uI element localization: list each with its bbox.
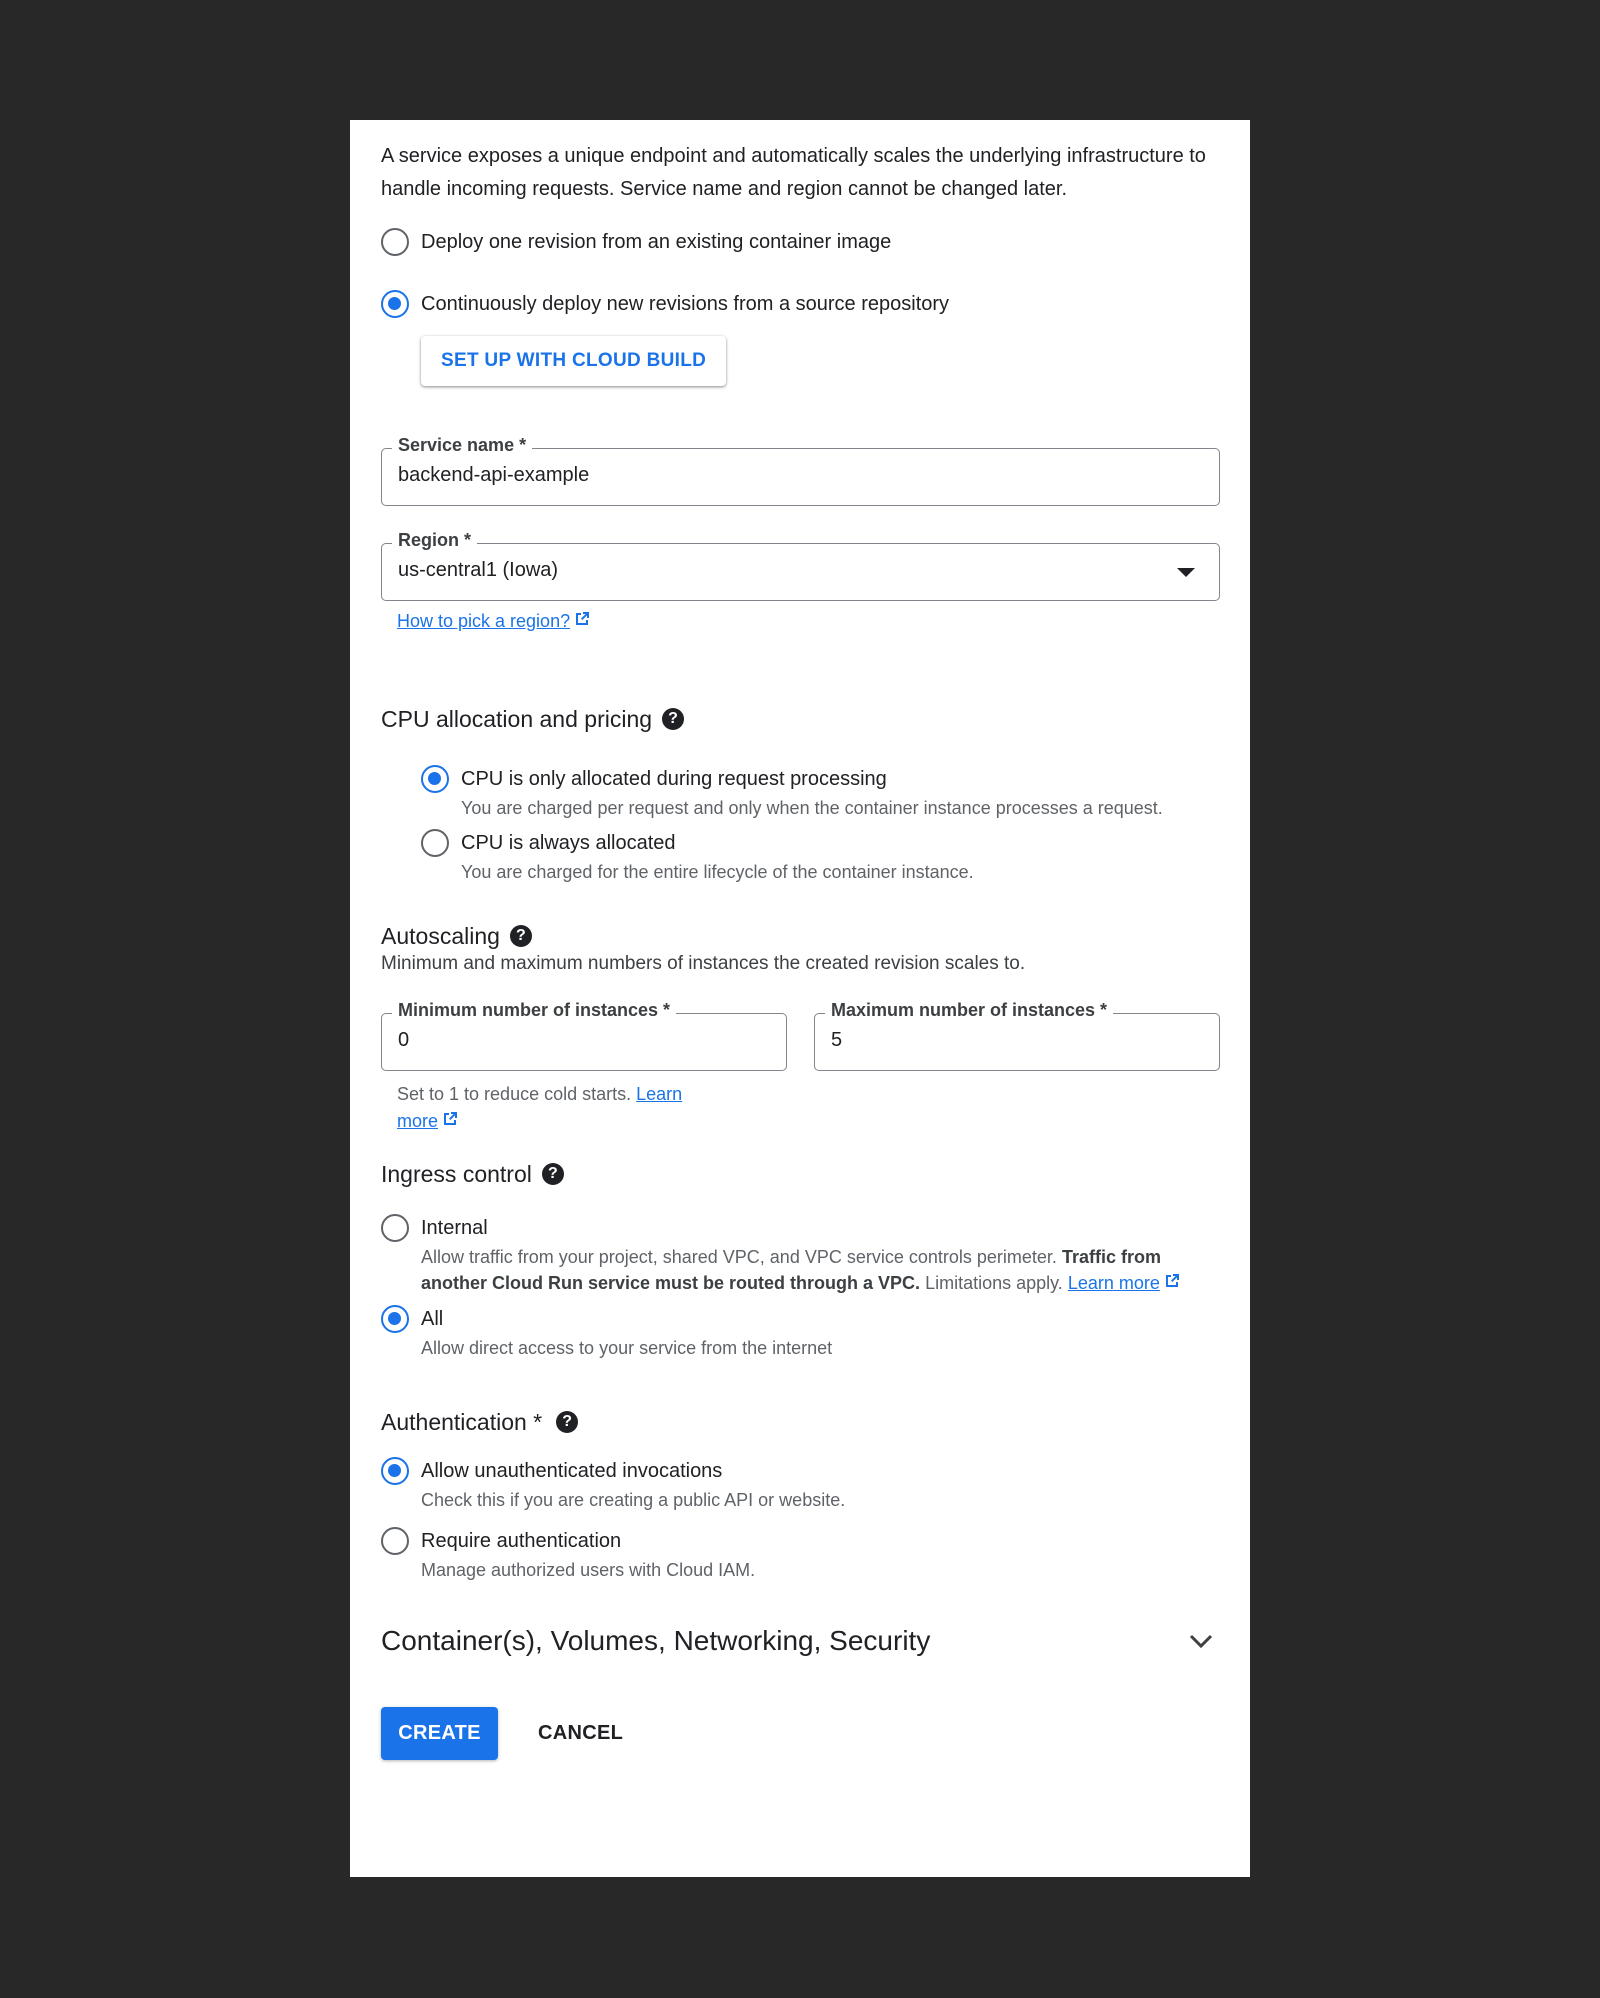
cpu-option-desc: You are charged for the entire lifecycle… <box>461 862 974 883</box>
service-name-field[interactable]: Service name * backend-api-example <box>381 435 1220 506</box>
learn-more-link[interactable]: Learn more <box>1068 1273 1160 1293</box>
external-link-icon <box>441 1109 459 1136</box>
region-label: Region * <box>392 530 478 551</box>
external-link-icon <box>573 610 591 634</box>
auth-option-desc: Manage authorized users with Cloud IAM. <box>421 1560 756 1581</box>
help-icon[interactable]: ? <box>556 1411 579 1434</box>
radio-auth-allow-unauthenticated[interactable] <box>381 1457 409 1486</box>
radio-deploy-source-repo[interactable] <box>381 290 409 318</box>
service-name-input[interactable]: backend-api-example <box>398 464 589 487</box>
help-icon[interactable]: ? <box>662 708 685 731</box>
ingress-option-desc: Allow direct access to your service from… <box>421 1338 833 1359</box>
cancel-button[interactable]: CANCEL <box>538 1707 623 1760</box>
auth-option-desc: Check this if you are creating a public … <box>421 1490 846 1511</box>
chevron-down-icon[interactable] <box>1188 1625 1214 1657</box>
radio-ingress-internal[interactable] <box>381 1214 409 1242</box>
auth-option-allow-unauthenticated[interactable]: Allow unauthenticated invocations Check … <box>381 1457 1220 1513</box>
auth-option-label: Allow unauthenticated invocations <box>421 1460 723 1483</box>
radio-deploy-existing-image[interactable] <box>381 228 409 256</box>
autoscaling-desc: Minimum and maximum numbers of instances… <box>381 953 1026 975</box>
advanced-settings-title: Container(s), Volumes, Networking, Secur… <box>381 1625 931 1657</box>
deploy-option-label: Deploy one revision from an existing con… <box>421 231 892 253</box>
min-instances-input[interactable]: 0 <box>398 1029 409 1052</box>
advanced-settings-expander[interactable]: Container(s), Volumes, Networking, Secur… <box>381 1625 1220 1657</box>
create-button[interactable]: CREATE <box>381 1707 498 1761</box>
setup-cloud-build-button[interactable]: SET UP WITH CLOUD BUILD <box>421 336 727 386</box>
cpu-allocation-heading: CPU allocation and pricing ? <box>381 704 1220 734</box>
radio-cpu-always[interactable] <box>421 829 449 858</box>
auth-option-label: Require authentication <box>421 1530 622 1553</box>
region-value: us-central1 (Iowa) <box>398 559 559 581</box>
deploy-option-source-repo[interactable]: Continuously deploy new revisions from a… <box>381 290 1220 318</box>
ingress-internal-desc: Allow traffic from your project, shared … <box>421 1244 1221 1297</box>
cpu-option-label: CPU is only allocated during request pro… <box>461 768 887 791</box>
max-instances-label: Maximum number of instances * <box>825 1000 1114 1022</box>
cpu-allocation-title: CPU allocation and pricing <box>381 706 653 733</box>
ingress-heading: Ingress control ? <box>381 1159 1220 1189</box>
ingress-option-label: Internal <box>421 1217 488 1239</box>
autoscaling-heading: Autoscaling ? <box>381 921 1220 951</box>
dropdown-caret-icon[interactable] <box>1177 568 1195 577</box>
authentication-heading: Authentication * ? <box>381 1407 1220 1437</box>
min-instances-hint-text: Set to 1 to reduce cold starts. <box>397 1084 632 1105</box>
auth-option-require[interactable]: Require authentication Manage authorized… <box>381 1527 1220 1583</box>
radio-auth-require[interactable] <box>381 1527 409 1556</box>
autoscaling-title: Autoscaling <box>381 923 500 950</box>
min-instances-label: Minimum number of instances * <box>392 1000 677 1022</box>
ingress-title: Ingress control <box>381 1161 532 1187</box>
cpu-option-always[interactable]: CPU is always allocated You are charged … <box>421 829 1220 885</box>
ingress-option-all[interactable]: All Allow direct access to your service … <box>381 1305 1220 1361</box>
cpu-option-label: CPU is always allocated <box>461 832 676 855</box>
deploy-option-label: Continuously deploy new revisions from a… <box>421 293 950 315</box>
ingress-option-internal[interactable]: Internal Allow traffic from your project… <box>381 1214 1220 1297</box>
authentication-title: Authentication * <box>381 1409 543 1436</box>
deploy-option-existing-image[interactable]: Deploy one revision from an existing con… <box>381 228 1220 256</box>
cpu-option-desc: You are charged per request and only whe… <box>461 798 1163 819</box>
min-instances-hint: Set to 1 to reduce cold starts. Learn mo… <box>397 1081 727 1136</box>
region-select[interactable]: Region * us-central1 (Iowa) <box>381 530 1220 601</box>
radio-cpu-request-only[interactable] <box>421 765 449 794</box>
ingress-option-label: All <box>421 1308 444 1331</box>
create-service-panel: A service exposes a unique endpoint and … <box>350 120 1250 1877</box>
ingress-internal-desc-text: Allow traffic from your project, shared … <box>421 1247 1057 1267</box>
cpu-option-request-only[interactable]: CPU is only allocated during request pro… <box>421 765 1220 821</box>
external-link-icon <box>1163 1271 1181 1297</box>
how-to-pick-region-link[interactable]: How to pick a region? <box>397 611 570 631</box>
min-instances-field[interactable]: Minimum number of instances * 0 <box>381 1000 787 1072</box>
service-name-label: Service name * <box>392 435 533 456</box>
max-instances-input[interactable]: 5 <box>831 1029 842 1052</box>
help-icon[interactable]: ? <box>541 1163 564 1185</box>
intro-text: A service exposes a unique endpoint and … <box>381 145 1206 200</box>
ingress-internal-desc-end: Limitations apply. <box>925 1273 1063 1293</box>
help-icon[interactable]: ? <box>509 925 532 948</box>
max-instances-field[interactable]: Maximum number of instances * 5 <box>814 1000 1220 1072</box>
radio-ingress-all[interactable] <box>381 1305 409 1334</box>
